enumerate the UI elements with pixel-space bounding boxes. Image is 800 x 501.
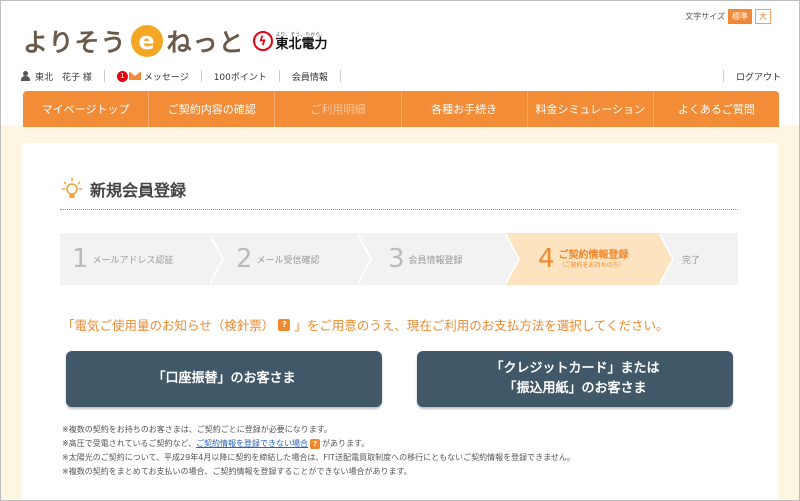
window-border	[0, 0, 800, 501]
